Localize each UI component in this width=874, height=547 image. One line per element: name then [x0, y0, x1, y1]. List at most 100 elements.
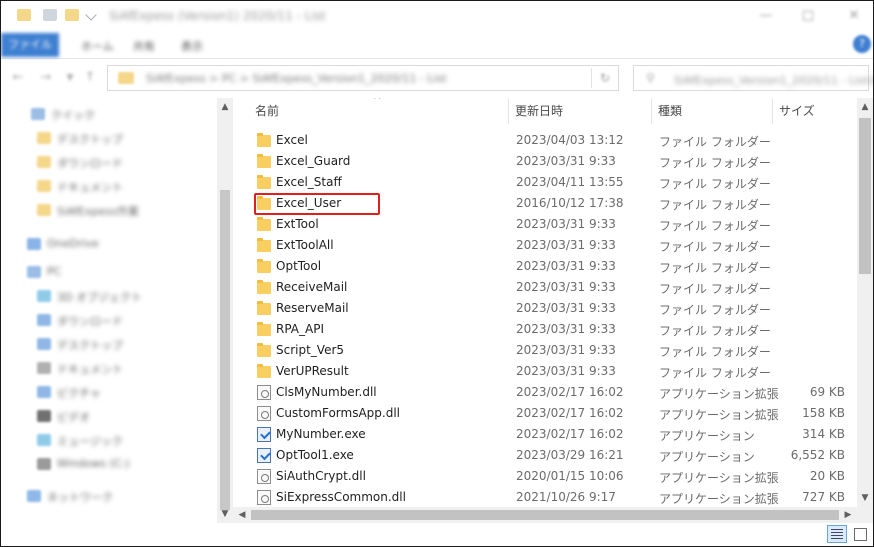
scroll-up-icon[interactable]: ▲: [857, 100, 873, 114]
column-header-date[interactable]: 更新日時: [509, 98, 652, 124]
nav-item-label: デスクトップ: [57, 339, 123, 352]
file-type: アプリケーション拡張: [659, 471, 779, 485]
file-row[interactable]: ExtTool 2023/03/31 9:33 ファイル フォルダー: [249, 214, 857, 235]
navigation-pane: クイック デスクトップ ダウンロード ドキュメント SiAfExpess作業 OneDri…: [1, 98, 233, 523]
file-name: MyNumber.exe: [276, 427, 366, 441]
nav-item-icon: [37, 204, 51, 216]
dll-file-icon: [257, 490, 271, 505]
nav-item-label: デスクトップ: [57, 133, 123, 146]
title-bar: SiAfExpess (Version1) 2020/11 - List — □…: [1, 1, 873, 31]
file-name: ReserveMail: [276, 301, 349, 315]
file-row[interactable]: Excel_Guard 2023/03/31 9:33 ファイル フォルダー: [249, 151, 857, 172]
refresh-icon[interactable]: ↻: [600, 71, 610, 85]
file-type: ファイル フォルダー: [659, 219, 771, 233]
search-input[interactable]: ⚲ SiAfExpess_Version1_2020/11 - Listの検索: [633, 65, 873, 91]
horizontal-scroll-thumb[interactable]: [251, 510, 839, 520]
recent-locations-icon[interactable]: ▼: [63, 71, 77, 85]
new-folder-icon[interactable]: [65, 9, 79, 21]
maximize-button[interactable]: □: [801, 9, 815, 23]
scroll-down-icon[interactable]: ▼: [857, 491, 873, 505]
file-size: 314 KB: [802, 427, 845, 441]
scroll-up-icon[interactable]: ▲: [217, 100, 233, 114]
file-row[interactable]: VerUPResult 2023/03/31 9:33 ファイル フォルダー: [249, 361, 857, 382]
file-row[interactable]: OptTool 2023/03/31 9:33 ファイル フォルダー: [249, 256, 857, 277]
explorer-window: SiAfExpess (Version1) 2020/11 - List — □…: [0, 0, 874, 547]
file-row[interactable]: ReserveMail 2023/03/31 9:33 ファイル フォルダー: [249, 298, 857, 319]
file-type: アプリケーション: [659, 429, 755, 443]
scroll-corner: [857, 507, 873, 523]
large-icons-view-icon[interactable]: [850, 525, 870, 543]
ribbon-tab-view[interactable]: 表示: [181, 38, 203, 54]
file-row[interactable]: CustomFormsApp.dll 2023/02/17 16:02 アプリケーシ…: [249, 403, 857, 424]
search-placeholder: SiAfExpess_Version1_2020/11 - Listの検索: [674, 74, 873, 87]
file-date: 2023/03/31 9:33: [516, 217, 616, 231]
file-name: ExtTool: [276, 217, 319, 231]
file-name: ExtToolAll: [276, 238, 334, 252]
scroll-left-icon[interactable]: ◀: [234, 508, 250, 522]
folder-icon: [257, 322, 271, 337]
file-row[interactable]: SiExpressCommon.dll 2021/10/26 9:17 アプリケーシ…: [249, 487, 857, 507]
details-view-icon[interactable]: [827, 525, 847, 543]
folder-icon: [257, 175, 271, 190]
nav-item-icon: [37, 180, 51, 192]
chevron-down-icon[interactable]: [85, 9, 97, 21]
nav-item-label: クイック: [51, 109, 95, 122]
address-path: SiAfExpess > PC > SiAfExpess_Version1_20…: [146, 72, 447, 85]
file-type: ファイル フォルダー: [659, 240, 771, 254]
file-row[interactable]: Excel_User 2016/10/12 17:38 ファイル フォルダー: [249, 193, 857, 214]
file-row[interactable]: Excel_Staff 2023/04/11 13:55 ファイル フォルダー: [249, 172, 857, 193]
folder-icon: [257, 217, 271, 232]
file-row[interactable]: Excel 2023/04/03 13:12 ファイル フォルダー: [249, 130, 857, 151]
up-icon[interactable]: ↑: [83, 71, 97, 85]
nav-item-icon: [37, 338, 51, 350]
horizontal-scrollbar[interactable]: ◀ ▶: [233, 507, 857, 523]
nav-item-icon: [37, 458, 51, 470]
nav-item-label: ダウンロード: [57, 315, 123, 328]
file-size: 727 KB: [802, 490, 845, 504]
status-bar: [1, 523, 873, 546]
scroll-right-icon[interactable]: ▶: [840, 508, 856, 522]
ribbon: ファイル ホーム 共有 表示 ?: [1, 31, 873, 59]
file-date: 2023/03/31 9:33: [516, 301, 616, 315]
file-row[interactable]: ClsMyNumber.dll 2023/02/17 16:02 アプリケーション拡…: [249, 382, 857, 403]
nav-scroll-thumb[interactable]: [220, 190, 230, 510]
column-header-type[interactable]: 種類: [652, 98, 773, 124]
file-row[interactable]: RPA_API 2023/03/31 9:33 ファイル フォルダー: [249, 319, 857, 340]
nav-item-label: ピクチャ: [57, 387, 101, 400]
back-icon[interactable]: ←: [11, 71, 25, 85]
folder-icon: [257, 133, 271, 148]
close-button[interactable]: ✕: [847, 9, 861, 23]
file-row[interactable]: MyNumber.exe 2023/02/17 16:02 アプリケーション 314 …: [249, 424, 857, 445]
file-row[interactable]: SiAuthCrypt.dll 2020/01/15 10:06 アプリケーション拡…: [249, 466, 857, 487]
file-name: RPA_API: [276, 322, 324, 336]
file-row[interactable]: OptTool1.exe 2023/03/29 16:21 アプリケーション 6,55…: [249, 445, 857, 466]
file-date: 2020/01/15 10:06: [516, 469, 624, 483]
properties-icon[interactable]: [43, 9, 57, 21]
scroll-down-icon[interactable]: ▼: [217, 507, 233, 521]
file-type: ファイル フォルダー: [659, 345, 771, 359]
file-type: アプリケーション拡張: [659, 408, 779, 422]
nav-item-icon: [37, 362, 51, 374]
file-row[interactable]: Script_Ver5 2023/03/31 9:33 ファイル フォルダー: [249, 340, 857, 361]
column-header-name[interactable]: 名前: [249, 98, 509, 124]
forward-icon[interactable]: →: [39, 71, 53, 85]
minimize-button[interactable]: —: [759, 9, 773, 23]
ribbon-file-tab[interactable]: ファイル: [1, 33, 59, 57]
nav-item-icon: [37, 314, 51, 326]
file-row[interactable]: ReceiveMail 2023/03/31 9:33 ファイル フォルダー: [249, 277, 857, 298]
file-list-scroll-thumb[interactable]: [859, 118, 871, 274]
file-date: 2023/04/03 13:12: [516, 133, 624, 147]
file-size: 6,552 KB: [790, 448, 845, 462]
file-size: 158 KB: [802, 406, 845, 420]
nav-scrollbar[interactable]: ▲ ▼: [217, 98, 233, 523]
address-bar[interactable]: SiAfExpess > PC > SiAfExpess_Version1_20…: [107, 65, 619, 91]
file-list-scrollbar[interactable]: ▲ ▼: [857, 98, 873, 507]
nav-item-icon: [37, 434, 51, 446]
ribbon-tab-share[interactable]: 共有: [133, 38, 155, 54]
file-name: Excel_Guard: [276, 154, 351, 168]
file-row[interactable]: ExtToolAll 2023/03/31 9:33 ファイル フォルダー: [249, 235, 857, 256]
ribbon-tab-home[interactable]: ホーム: [81, 38, 114, 54]
application-icon: [257, 427, 271, 442]
column-header-size[interactable]: サイズ: [773, 98, 857, 124]
help-icon[interactable]: ?: [853, 35, 871, 53]
